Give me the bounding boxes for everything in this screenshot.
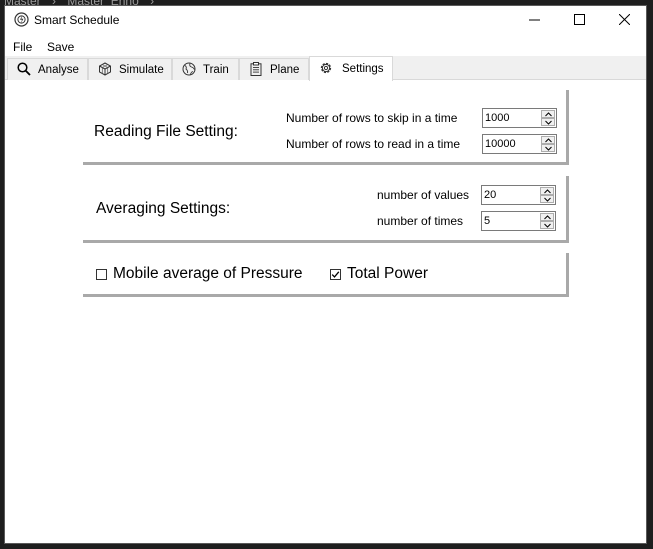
settings-panel: Reading File Setting: Number of rows to …: [5, 80, 646, 543]
chevron-down-icon: [545, 120, 552, 125]
close-button[interactable]: [602, 6, 648, 34]
values-count-increment[interactable]: [540, 187, 554, 195]
menu-bar: File Save: [5, 36, 646, 56]
read-rows-spinbox[interactable]: [482, 134, 557, 154]
tab-label: Settings: [342, 63, 384, 75]
checkbox-box[interactable]: [96, 269, 107, 280]
values-count-input[interactable]: [484, 188, 536, 202]
magnifier-icon: [17, 62, 31, 76]
skip-rows-label: Number of rows to skip in a time: [286, 111, 458, 125]
title-bar[interactable]: Smart Schedule: [5, 6, 646, 34]
skip-rows-input[interactable]: [485, 111, 537, 125]
tab-label: Plane: [270, 64, 300, 76]
menu-save[interactable]: Save: [47, 40, 74, 54]
times-count-decrement[interactable]: [540, 221, 554, 229]
times-count-increment[interactable]: [540, 213, 554, 221]
values-count-label: number of values: [377, 188, 470, 202]
tab-label: Train: [203, 64, 229, 76]
maximize-button[interactable]: [557, 6, 603, 34]
globe-icon: [182, 62, 196, 76]
power-icon: [14, 12, 29, 27]
checkbox-box[interactable]: [330, 269, 341, 280]
tab-label: Analyse: [38, 64, 79, 76]
menu-file[interactable]: File: [13, 40, 32, 54]
checkmark-icon: [331, 271, 340, 278]
tab-settings[interactable]: Settings: [309, 56, 393, 81]
reading-file-group: Reading File Setting: Number of rows to …: [83, 86, 569, 165]
read-rows-input[interactable]: [485, 137, 537, 151]
averaging-group: Averaging Settings: number of values num…: [83, 172, 569, 243]
read-rows-increment[interactable]: [541, 136, 555, 144]
chevron-down-icon: [545, 146, 552, 151]
chevron-up-icon: [545, 138, 552, 143]
tab-bar: Analyse Simulate Train Plane Settings: [5, 56, 646, 81]
tab-train[interactable]: Train: [172, 58, 239, 80]
averaging-title: Averaging Settings:: [96, 200, 231, 217]
mobile-average-label: Mobile average of Pressure: [113, 265, 303, 282]
values-count-spinbox[interactable]: [481, 185, 556, 205]
skip-rows-spinbox[interactable]: [482, 108, 557, 128]
minimize-icon: [529, 19, 540, 21]
tab-analyse[interactable]: Analyse: [7, 58, 88, 80]
app-window: Smart Schedule File Save Analyse Simulat…: [4, 5, 647, 544]
reading-file-title: Reading File Setting:: [94, 123, 238, 140]
cube-icon: [99, 62, 111, 76]
window-title: Smart Schedule: [34, 13, 120, 27]
chevron-up-icon: [544, 215, 551, 220]
options-group: Mobile average of Pressure Total Power: [83, 249, 569, 297]
minimize-button[interactable]: [512, 6, 558, 34]
times-count-input[interactable]: [484, 214, 536, 228]
maximize-icon: [574, 14, 585, 25]
total-power-label: Total Power: [347, 265, 428, 282]
skip-rows-decrement[interactable]: [541, 118, 555, 126]
chevron-down-icon: [544, 197, 551, 202]
chevron-down-icon: [544, 223, 551, 228]
times-count-spinbox[interactable]: [481, 211, 556, 231]
values-count-decrement[interactable]: [540, 195, 554, 203]
tab-plane[interactable]: Plane: [239, 58, 309, 80]
close-icon: [619, 14, 630, 25]
chevron-up-icon: [544, 189, 551, 194]
clipboard-icon: [250, 62, 262, 76]
times-count-label: number of times: [377, 214, 464, 228]
read-rows-decrement[interactable]: [541, 144, 555, 152]
read-rows-label: Number of rows to read in a time: [286, 137, 461, 151]
chevron-up-icon: [545, 112, 552, 117]
tab-label: Simulate: [119, 64, 164, 76]
tab-simulate[interactable]: Simulate: [88, 58, 172, 80]
gear-icon: [320, 62, 332, 74]
skip-rows-increment[interactable]: [541, 110, 555, 118]
